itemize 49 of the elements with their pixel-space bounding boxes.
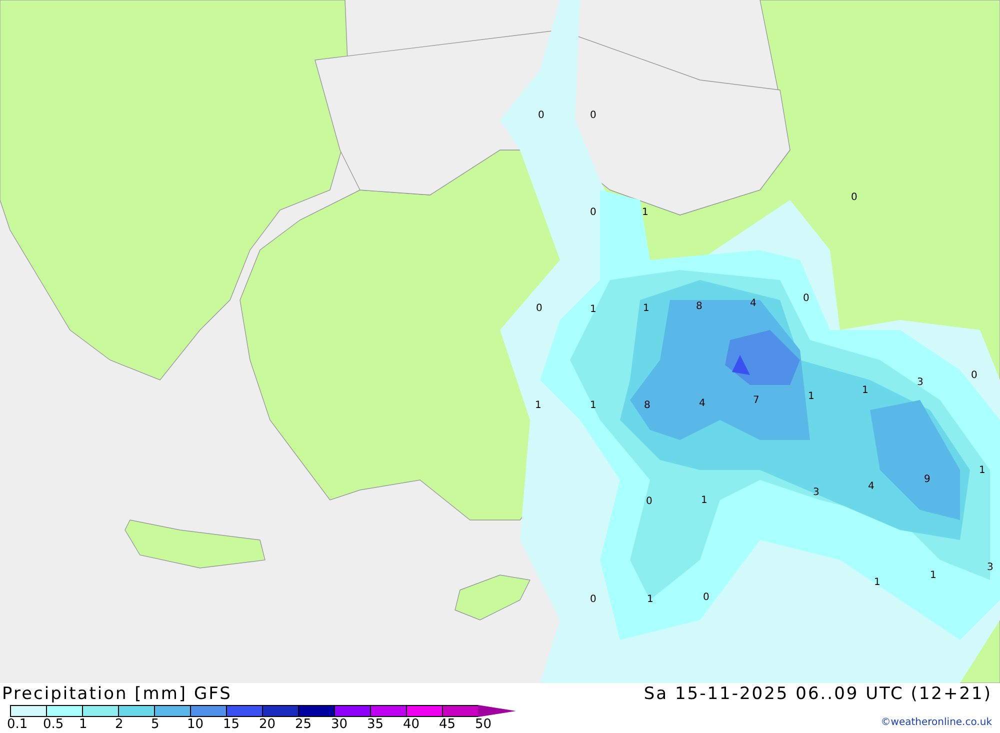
scale-label: 15 [223,718,240,732]
scale-label: 5 [151,718,160,732]
precipitation-value: 1 [647,593,654,607]
valid-time: Sa 15-11-2025 06..09 UTC (12+21) [644,683,992,705]
precipitation-value: 1 [874,576,880,590]
scale-label: 2 [115,718,124,732]
scale-label: 30 [331,718,348,732]
scale-label: 45 [439,718,456,732]
scale-label: 20 [259,718,276,732]
precipitation-value: 0 [646,495,652,509]
precipitation-value: 1 [930,569,936,583]
precipitation-value: 4 [750,297,756,311]
credit-link[interactable]: ©weatheronline.co.uk [880,717,992,728]
precipitation-value: 0 [590,109,596,123]
precipitation-value: 4 [868,480,874,494]
scale-label: 10 [187,718,204,732]
precipitation-value: 0 [703,591,710,605]
precipitation-value: 9 [924,473,930,487]
scale-label: 25 [295,718,312,732]
precipitation-value: 1 [808,390,814,404]
precipitation-value: 3 [813,486,820,500]
precipitation-value: 1 [979,464,986,478]
scale-label: 50 [475,718,492,732]
scale-label: 35 [367,718,384,732]
precipitation-value: 0 [851,191,858,205]
scale-label: 0.1 [7,718,28,732]
precipitation-value: 8 [644,399,650,413]
precipitation-value: 3 [917,376,924,390]
precipitation-value: 0 [803,292,810,306]
map-title: Precipitation [mm] GFS [2,683,233,705]
precipitation-value: 4 [699,397,706,411]
precipitation-value: 1 [862,384,868,398]
precipitation-value: 3 [987,561,994,575]
precipitation-value: 1 [643,302,650,316]
precipitation-value: 1 [590,303,596,317]
precipitation-value: 0 [538,109,544,123]
precipitation-value: 1 [590,399,596,413]
precipitation-value: 8 [696,300,702,314]
precipitation-value: 0 [971,369,978,383]
precipitation-value: 0 [590,593,596,607]
scale-label: 1 [79,718,88,732]
scale-label: 40 [403,718,420,732]
precipitation-value: 0 [590,206,596,220]
scale-label: 0.5 [43,718,64,732]
precipitation-value: 0 [536,302,542,316]
precipitation-value: 1 [642,206,648,220]
precipitation-value: 1 [535,399,542,413]
precipitation-value: 7 [753,394,760,408]
precipitation-value: 1 [701,494,708,508]
